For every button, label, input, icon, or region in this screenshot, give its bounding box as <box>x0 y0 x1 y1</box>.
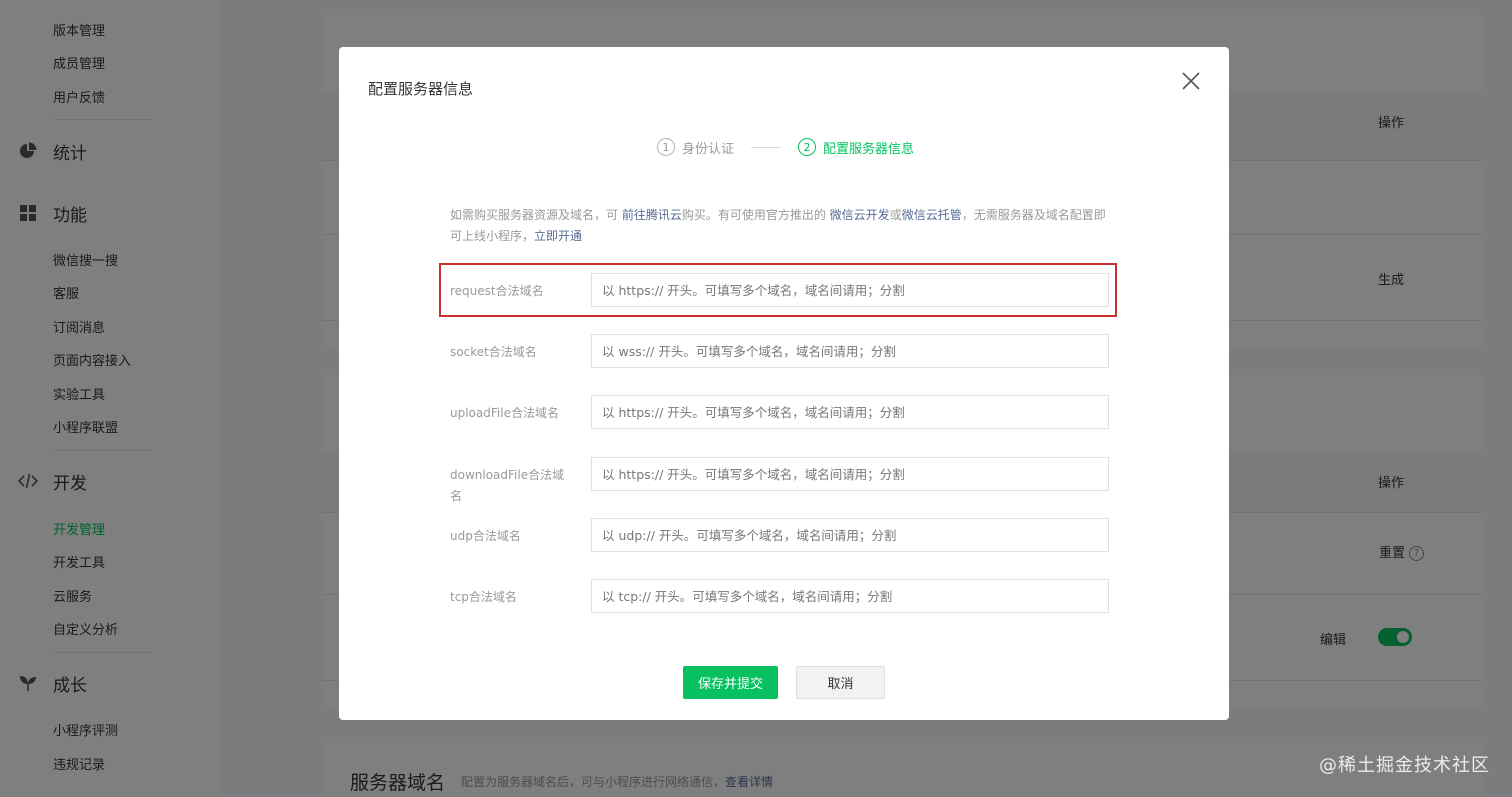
step-number: 2 <box>798 138 817 156</box>
cloud-hosting-link[interactable]: 微信云托管 <box>902 208 962 222</box>
desc-text: 购买。有可使用官方推出的 <box>681 208 830 222</box>
cloud-dev-link[interactable]: 微信云开发 <box>830 208 890 222</box>
server-config-dialog: 配置服务器信息 1 身份认证 2 配置服务器信息 如需购买服务器资源及域名，可 … <box>339 47 1229 720</box>
desc-text: 如需购买服务器资源及域名，可 <box>450 208 622 222</box>
close-icon[interactable] <box>1179 69 1203 93</box>
dialog-title: 配置服务器信息 <box>368 80 474 98</box>
downloadfile-domain-input[interactable] <box>591 457 1109 491</box>
field-label: socket合法域名 <box>450 345 537 359</box>
request-domain-row: request合法域名 <box>450 273 1110 307</box>
step-server-config: 2 配置服务器信息 <box>798 138 914 157</box>
request-domain-input[interactable] <box>591 273 1109 307</box>
save-submit-button[interactable]: 保存并提交 <box>683 666 778 699</box>
cancel-button[interactable]: 取消 <box>796 666 885 699</box>
step-label: 身份认证 <box>682 141 735 157</box>
field-label: udp合法域名 <box>450 529 521 543</box>
step-label: 配置服务器信息 <box>823 141 915 157</box>
field-label: request合法域名 <box>450 284 544 298</box>
tencent-cloud-link[interactable]: 前往腾讯云 <box>622 208 682 222</box>
socket-domain-input[interactable] <box>591 334 1109 368</box>
watermark: @稀土掘金技术社区 <box>1319 755 1490 776</box>
tcp-domain-row: tcp合法域名 <box>450 579 1110 613</box>
field-label: downloadFile合法域名 <box>450 468 565 503</box>
udp-domain-input[interactable] <box>591 518 1109 552</box>
step-connector <box>751 146 782 148</box>
uploadfile-domain-row: uploadFile合法域名 <box>450 395 1110 429</box>
tcp-domain-input[interactable] <box>591 579 1109 613</box>
field-label: uploadFile合法域名 <box>450 406 559 420</box>
field-label: tcp合法域名 <box>450 590 517 604</box>
uploadfile-domain-input[interactable] <box>591 395 1109 429</box>
socket-domain-row: socket合法域名 <box>450 334 1110 368</box>
enable-now-link[interactable]: 立即开通 <box>534 229 582 243</box>
dialog-description: 如需购买服务器资源及域名，可 前往腾讯云购买。有可使用官方推出的 微信云开发或微… <box>450 205 1110 247</box>
desc-text: 或 <box>889 208 902 222</box>
udp-domain-row: udp合法域名 <box>450 518 1110 552</box>
step-identity: 1 身份认证 <box>657 138 734 157</box>
step-number: 1 <box>657 138 675 156</box>
downloadfile-domain-row: downloadFile合法域名 <box>450 457 1110 503</box>
step-indicator: 1 身份认证 2 配置服务器信息 <box>657 137 914 157</box>
